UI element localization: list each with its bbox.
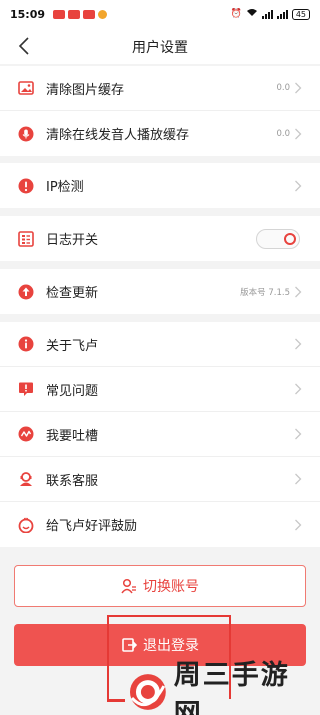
status-time: 15:09	[10, 7, 46, 21]
log-group: 日志开关	[0, 216, 320, 261]
chevron-right-icon	[295, 428, 302, 440]
signal-icon	[276, 9, 288, 19]
log-switch-row: 日志开关	[0, 216, 320, 261]
about-group: 关于飞卢 常见问题 我要吐槽 联系客服 给飞卢好评鼓励	[0, 322, 320, 547]
cache-size-value: 0.0	[276, 83, 290, 93]
chevron-right-icon	[295, 128, 302, 139]
log-list-icon	[18, 230, 34, 247]
version-value: 版本号 7.1.5	[240, 287, 290, 298]
chevron-right-icon	[295, 519, 302, 530]
check-update-row[interactable]: 检查更新 版本号 7.1.5	[0, 269, 320, 314]
thumbs-up-icon	[18, 517, 34, 533]
battery-icon: 45	[291, 8, 310, 20]
faq-row[interactable]: 常见问题	[0, 367, 320, 412]
row-label: 清除在线发音人播放缓存	[46, 128, 190, 143]
cache-settings-group: 清除图片缓存 0.0 清除在线发音人播放缓存 0.0	[0, 66, 320, 156]
nav-bar: 用户设置	[0, 28, 320, 64]
notification-app-icon	[68, 9, 81, 19]
feedback-row[interactable]: 我要吐槽	[0, 412, 320, 457]
alarm-icon: ⏰	[230, 9, 242, 19]
notification-icons	[53, 9, 108, 19]
clear-image-cache-row[interactable]: 清除图片缓存 0.0	[0, 66, 320, 111]
image-icon	[18, 80, 34, 96]
highlight-annotation-tail	[107, 699, 125, 702]
row-label: IP检测	[46, 180, 84, 195]
chevron-right-icon	[295, 473, 302, 485]
notification-app-icon	[98, 9, 108, 19]
microphone-icon	[18, 126, 34, 142]
ip-group: IP检测	[0, 163, 320, 208]
watermark-logo-icon	[129, 674, 166, 710]
wifi-icon	[246, 8, 258, 20]
upload-arrow-icon	[18, 284, 34, 300]
chevron-right-icon	[295, 286, 302, 297]
row-label: 检查更新	[46, 286, 99, 301]
row-label: 常见问题	[46, 383, 99, 399]
status-bar: 15:09 ⏰ 45	[0, 0, 320, 28]
switch-account-label: 切换账号	[143, 579, 199, 595]
rate-app-row[interactable]: 给飞卢好评鼓励	[0, 502, 320, 547]
row-label: 我要吐槽	[46, 428, 99, 444]
row-label: 日志开关	[46, 233, 99, 248]
switch-user-icon	[121, 578, 136, 594]
signal-icon	[261, 9, 273, 19]
alert-icon	[18, 178, 34, 194]
log-toggle-switch[interactable]	[256, 229, 300, 249]
faq-bubble-icon	[18, 381, 34, 397]
page-title: 用户设置	[132, 40, 188, 56]
update-group: 检查更新 版本号 7.1.5	[0, 269, 320, 314]
watermark: 周三手游网	[128, 660, 318, 715]
notification-app-icon	[83, 9, 96, 19]
row-label: 清除图片缓存	[46, 82, 125, 98]
notification-app-icon	[53, 9, 66, 19]
watermark-text: 周三手游网	[173, 660, 290, 715]
chevron-right-icon	[295, 338, 302, 350]
chevron-right-icon	[295, 180, 302, 191]
chevron-right-icon	[295, 383, 302, 395]
row-label: 联系客服	[46, 473, 99, 489]
info-icon	[18, 336, 34, 352]
feedback-wave-icon	[18, 426, 34, 442]
customer-service-icon	[18, 471, 34, 487]
chevron-right-icon	[295, 82, 302, 94]
toggle-knob	[284, 233, 296, 245]
customer-service-row[interactable]: 联系客服	[0, 457, 320, 502]
clear-voice-cache-row[interactable]: 清除在线发音人播放缓存 0.0	[0, 111, 320, 156]
row-label: 给飞卢好评鼓励	[46, 519, 138, 534]
system-status-icons: ⏰ 45	[231, 8, 310, 20]
about-row[interactable]: 关于飞卢	[0, 322, 320, 367]
cache-size-value: 0.0	[276, 128, 290, 139]
ip-check-row[interactable]: IP检测	[0, 163, 320, 208]
row-label: 关于飞卢	[46, 338, 99, 354]
switch-account-button[interactable]: 切换账号	[14, 565, 306, 607]
